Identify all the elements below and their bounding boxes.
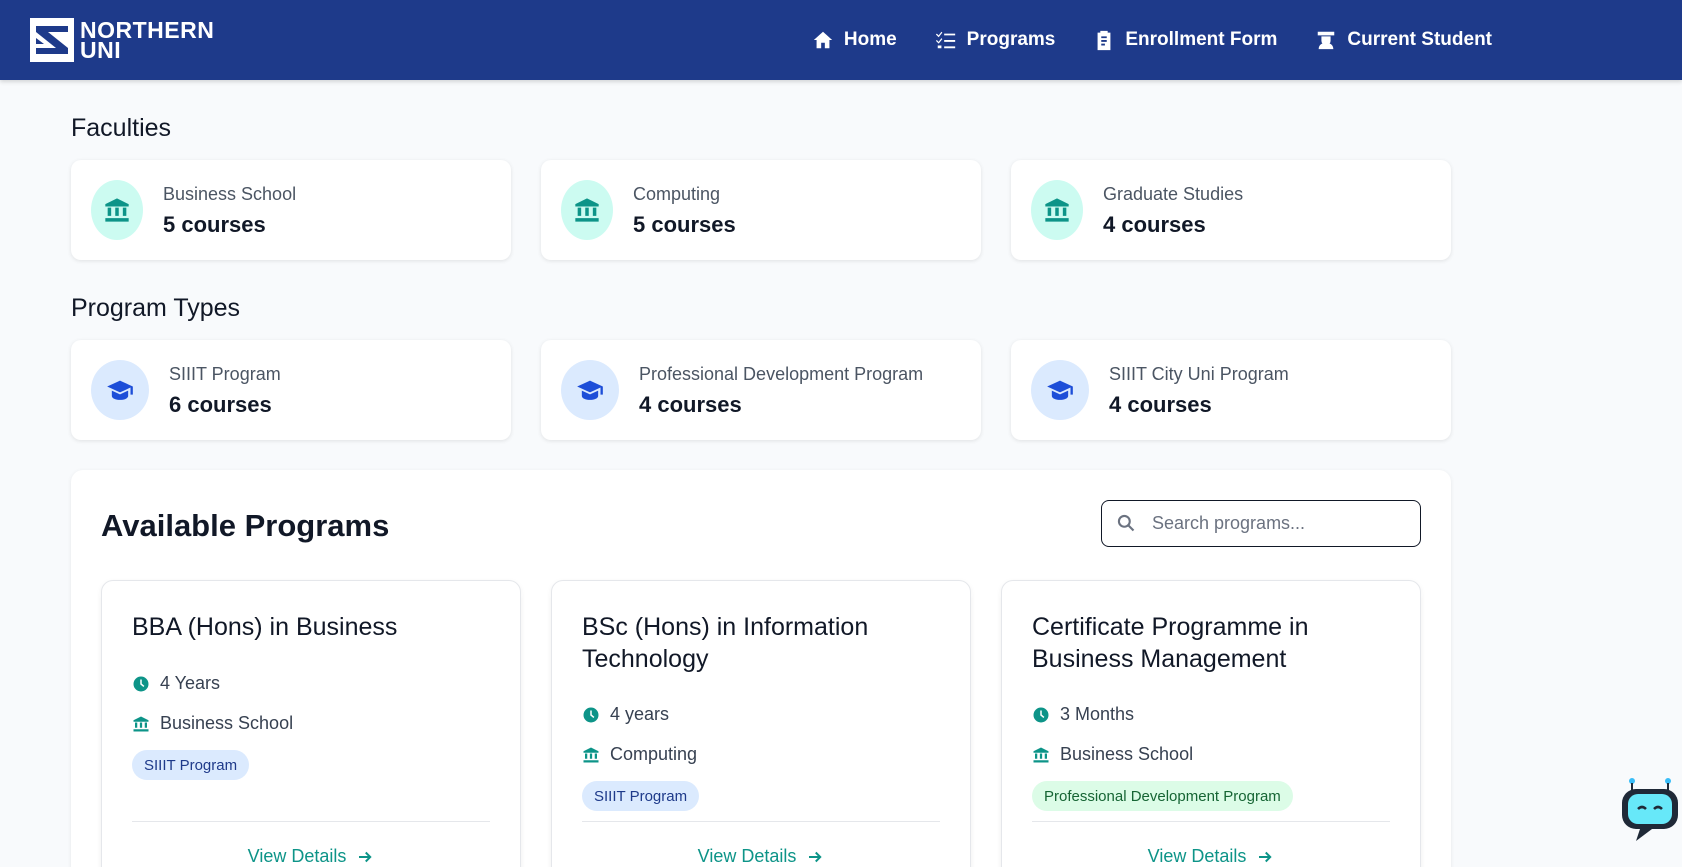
top-navbar: NORTHERN UNI Home Programs Enrollment Fo…: [0, 0, 1682, 80]
institution-icon: [105, 198, 129, 222]
institution-icon: [1033, 747, 1049, 762]
view-details-label: View Details: [247, 846, 347, 866]
view-details-label: View Details: [1147, 846, 1247, 866]
search-input[interactable]: [1102, 501, 1420, 546]
divider: [1032, 821, 1390, 822]
nav-programs-label: Programs: [966, 29, 1056, 50]
program-type-badge: Professional Development Program: [1032, 781, 1293, 811]
available-programs-heading: Available Programs: [101, 508, 390, 543]
program-duration-text: 4 Years: [160, 673, 221, 693]
list-check-icon: [935, 31, 955, 49]
program-faculty-text: Computing: [610, 744, 698, 764]
graduation-cap-icon: [1047, 380, 1073, 400]
program-types-heading: Program Types: [71, 294, 241, 322]
available-programs-panel: Available Programs BBA (Hons) in Busines…: [71, 470, 1451, 867]
program-faculty: Business School: [132, 713, 293, 734]
northern-uni-logo[interactable]: NORTHERN UNI: [30, 18, 214, 62]
logo-text: NORTHERN UNI: [80, 19, 214, 63]
graduation-cap-icon: [107, 380, 133, 400]
program-faculty-text: Business School: [160, 713, 294, 733]
program-type-card[interactable]: Professional Development Program 4 cours…: [541, 340, 981, 440]
view-details-link[interactable]: View Details: [552, 846, 970, 867]
faculty-name: Business School: [163, 184, 297, 204]
program-type-name: SIIIT City Uni Program: [1109, 364, 1289, 384]
faculty-course-count: 4 courses: [1103, 212, 1206, 237]
nav-home-label: Home: [843, 29, 897, 50]
main-nav: Home Programs Enrollment Form Current St…: [812, 0, 1492, 80]
faculty-name: Graduate Studies: [1103, 184, 1244, 204]
logo-line-2: UNI: [80, 37, 122, 63]
program-duration: 4 Years: [132, 673, 220, 694]
program-type-badge: SIIIT Program: [582, 781, 700, 811]
program-duration-text: 3 Months: [1060, 704, 1135, 724]
clock-icon: [133, 676, 149, 691]
divider: [582, 821, 940, 822]
program-type-badge: SIIIT Program: [132, 750, 250, 780]
program-type-name: Professional Development Program: [639, 364, 924, 384]
program-type-card[interactable]: SIIIT Program 6 courses: [71, 340, 511, 440]
program-type-icon-wrap: [561, 360, 619, 420]
faculty-card[interactable]: Business School 5 courses: [71, 160, 511, 260]
nav-programs[interactable]: Programs: [935, 29, 1056, 51]
nav-home[interactable]: Home: [812, 29, 897, 51]
program-type-name: SIIIT Program: [169, 364, 281, 384]
program-title: BSc (Hons) in Information Technology: [582, 613, 869, 673]
nav-current-student[interactable]: Current Student: [1315, 29, 1492, 51]
program-type-course-count: 4 courses: [1109, 392, 1212, 417]
program-type-icon-wrap: [91, 360, 149, 420]
faculty-card[interactable]: Graduate Studies 4 courses: [1011, 160, 1451, 260]
faculty-course-count: 5 courses: [633, 212, 736, 237]
faculty-card[interactable]: Computing 5 courses: [541, 160, 981, 260]
clipboard-icon: [1097, 30, 1111, 51]
faculty-icon-wrap: [91, 180, 143, 240]
program-type-card[interactable]: SIIIT City Uni Program 4 courses: [1011, 340, 1451, 440]
arrow-right-icon: [809, 851, 822, 862]
clock-icon: [583, 707, 599, 722]
institution-icon: [1045, 198, 1069, 222]
institution-icon: [583, 747, 599, 762]
view-details-link[interactable]: View Details: [102, 846, 520, 867]
nav-enrollment-form[interactable]: Enrollment Form: [1093, 29, 1277, 51]
program-faculty: Business School: [1032, 744, 1193, 765]
home-icon: [813, 31, 833, 49]
clock-icon: [1033, 707, 1049, 722]
faculty-course-count: 5 courses: [163, 212, 266, 237]
faculty-icon-wrap: [561, 180, 613, 240]
program-search[interactable]: [1101, 500, 1421, 547]
student-icon: [1318, 31, 1335, 50]
arrow-right-icon: [1259, 851, 1272, 862]
faculties-heading: Faculties: [71, 114, 172, 142]
program-faculty-text: Business School: [1060, 744, 1194, 764]
search-icon: [1117, 514, 1135, 532]
chatbot-robot-icon[interactable]: [1618, 775, 1682, 845]
program-card[interactable]: BSc (Hons) in Information Technology 4 y…: [551, 580, 971, 867]
program-type-course-count: 6 courses: [169, 392, 272, 417]
arrow-right-icon: [359, 851, 372, 862]
faculty-icon-wrap: [1031, 180, 1083, 240]
program-duration-text: 4 years: [610, 704, 670, 724]
institution-icon: [133, 716, 149, 731]
nav-enrollment-label: Enrollment Form: [1125, 29, 1278, 50]
program-title: BBA (Hons) in Business: [132, 613, 398, 641]
program-title: Certificate Programme in Business Manage…: [1032, 613, 1309, 673]
program-duration: 4 years: [582, 704, 669, 725]
logo-mark-icon: [30, 18, 74, 62]
program-type-icon-wrap: [1031, 360, 1089, 420]
program-card[interactable]: BBA (Hons) in Business 4 Years Business …: [101, 580, 521, 867]
nav-current-student-label: Current Student: [1347, 29, 1492, 50]
divider: [132, 821, 490, 822]
faculty-name: Computing: [633, 184, 721, 204]
graduation-cap-icon: [577, 380, 603, 400]
institution-icon: [575, 198, 599, 222]
view-details-label: View Details: [697, 846, 797, 866]
view-details-link[interactable]: View Details: [1002, 846, 1420, 867]
program-card[interactable]: Certificate Programme in Business Manage…: [1001, 580, 1421, 867]
program-faculty: Computing: [582, 744, 697, 765]
program-type-course-count: 4 courses: [639, 392, 742, 417]
program-duration: 3 Months: [1032, 704, 1134, 725]
